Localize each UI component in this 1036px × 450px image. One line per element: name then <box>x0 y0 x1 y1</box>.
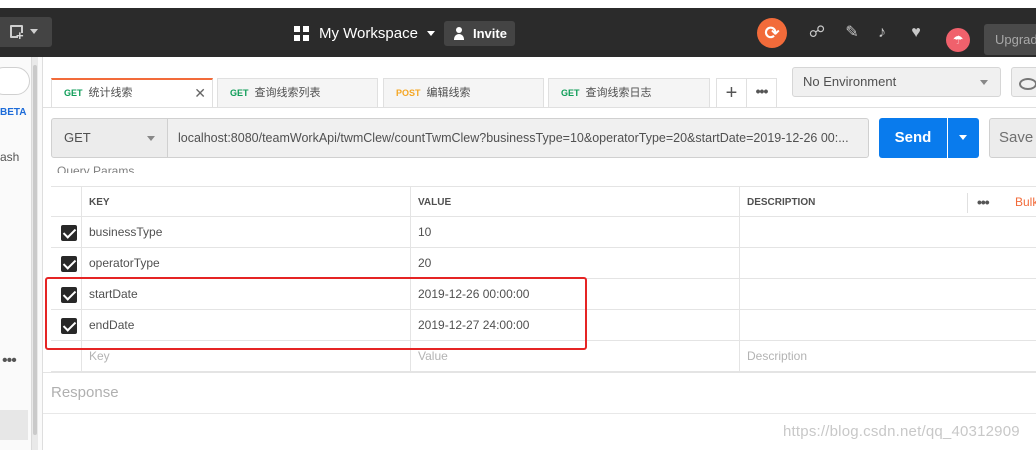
chevron-down-icon <box>30 29 38 34</box>
sync-icon[interactable]: ⟳ <box>757 18 787 48</box>
bell-icon[interactable]: ♪ <box>873 24 891 42</box>
tab-count-clues[interactable]: GET 统计线索 ✕ <box>51 78 213 108</box>
satellite-icon[interactable]: ☍ <box>808 24 826 42</box>
param-key[interactable]: operatorType <box>89 248 160 279</box>
add-user-icon <box>453 26 467 41</box>
upgrade-button[interactable]: Upgrad <box>984 24 1036 55</box>
tab-method: GET <box>230 88 249 98</box>
workspace-label: My Workspace <box>319 24 418 42</box>
query-params-label: Query Params <box>57 164 135 173</box>
params-table-header: KEY VALUE DESCRIPTION ••• Bulk <box>51 186 1036 217</box>
highlight-box <box>45 277 587 350</box>
sidebar-scrollbar[interactable] <box>31 57 38 450</box>
top-header-bar: + My Workspace Invite ⟳ ☍ ✎ ♪ ♥ ☂ Upgrad <box>0 8 1036 57</box>
tab-method: GET <box>64 88 83 98</box>
response-divider <box>43 372 1036 373</box>
chevron-down-icon <box>426 30 435 36</box>
environment-label: No Environment <box>803 74 897 89</box>
response-label: Response <box>51 384 119 401</box>
table-row: businessType 10 <box>51 217 1036 248</box>
wrench-icon[interactable]: ✎ <box>843 24 861 42</box>
tab-title: 查询线索列表 <box>254 87 321 99</box>
column-divider <box>739 186 740 372</box>
value-column-header: VALUE <box>418 197 452 208</box>
tabs-divider <box>43 107 1036 108</box>
new-tab-button[interactable]: + <box>716 78 747 108</box>
sidebar-search-input[interactable] <box>0 67 30 95</box>
tab-method: POST <box>396 88 421 98</box>
send-dropdown-button[interactable] <box>948 118 979 158</box>
sidebar-selected-item[interactable] <box>0 410 28 440</box>
key-column-header: KEY <box>89 197 110 208</box>
tab-more-options-button[interactable]: ••• <box>747 78 777 108</box>
sidebar-item-trash[interactable]: ash <box>0 150 19 164</box>
new-description-input[interactable]: Description <box>747 341 807 372</box>
grid-icon <box>294 25 309 41</box>
beta-badge: BETA <box>0 107 27 118</box>
save-button[interactable]: Save <box>989 118 1036 158</box>
tab-edit-clue[interactable]: POST 编辑线索 <box>383 78 544 107</box>
more-options-icon[interactable]: ••• <box>977 194 990 210</box>
param-value[interactable]: 20 <box>418 248 431 279</box>
table-row: operatorType 20 <box>51 248 1036 279</box>
heart-icon[interactable]: ♥ <box>907 24 925 42</box>
new-button[interactable]: + <box>0 17 52 47</box>
method-label: GET <box>64 130 91 145</box>
tab-method: GET <box>561 88 580 98</box>
bulk-edit-link[interactable]: Bulk <box>1015 187 1036 218</box>
response-divider <box>43 413 1036 414</box>
sidebar: BETA ash ••• <box>0 57 43 450</box>
invite-label: Invite <box>473 26 507 41</box>
chevron-down-icon <box>980 80 988 85</box>
more-options-icon[interactable]: ••• <box>2 353 17 369</box>
environment-select[interactable]: No Environment <box>792 67 1001 97</box>
row-checkbox[interactable] <box>61 256 77 272</box>
row-checkbox[interactable] <box>61 225 77 241</box>
param-key[interactable]: businessType <box>89 217 162 248</box>
tab-title: 统计线索 <box>88 87 133 99</box>
workspace-selector[interactable]: My Workspace <box>294 22 435 44</box>
avatar[interactable]: ☂ <box>946 28 970 52</box>
eye-icon[interactable] <box>1011 67 1036 97</box>
close-icon[interactable]: ✕ <box>194 80 206 107</box>
plus-icon: + <box>16 28 24 43</box>
invite-button[interactable]: Invite <box>444 21 515 46</box>
header-separator <box>967 193 968 213</box>
tab-title: 查询线索日志 <box>585 87 652 99</box>
send-button[interactable]: Send <box>879 118 947 158</box>
watermark-text: https://blog.csdn.net/qq_40312909 <box>783 423 1020 440</box>
tab-query-clue-list[interactable]: GET 查询线索列表 <box>217 78 378 107</box>
request-url-input[interactable]: localhost:8080/teamWorkApi/twmClew/count… <box>167 118 869 158</box>
tab-query-clue-log[interactable]: GET 查询线索日志 <box>548 78 710 107</box>
chevron-down-icon <box>147 136 155 141</box>
http-method-select[interactable]: GET <box>51 118 168 158</box>
tab-title: 编辑线索 <box>426 87 471 99</box>
description-column-header: DESCRIPTION <box>747 197 816 208</box>
param-value[interactable]: 10 <box>418 217 431 248</box>
